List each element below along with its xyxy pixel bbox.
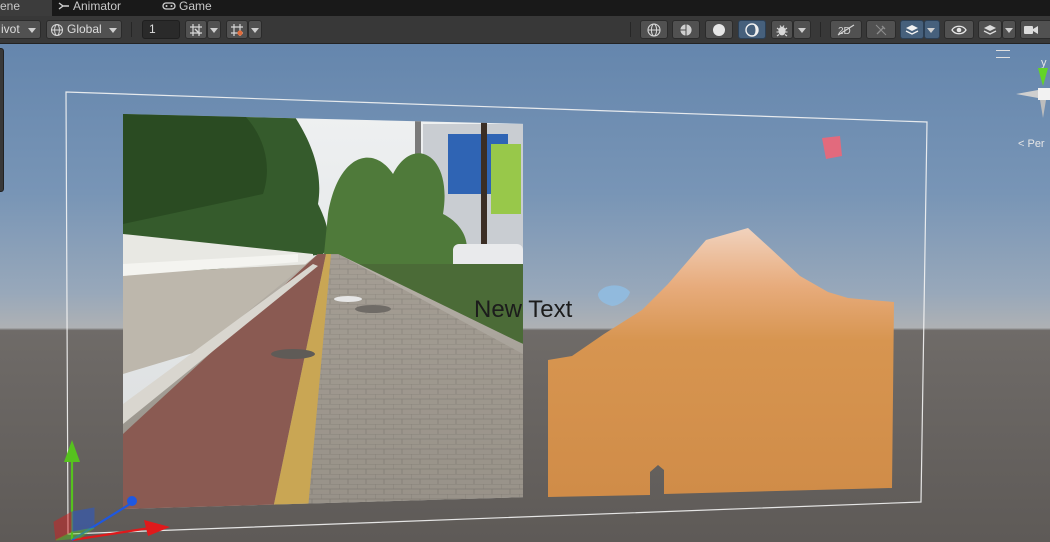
gizmo-center-cube-icon[interactable] [1038,88,1050,100]
scene-lighting-toggle[interactable] [866,20,896,39]
scene-viewport[interactable]: New Text y < Per [0,44,1050,542]
gizmo-neg-y-cone-icon[interactable] [1040,100,1046,118]
shaded-wireframe-button[interactable] [672,20,700,39]
camera-settings-button[interactable] [1020,20,1050,39]
increment-snap-button[interactable] [226,20,248,39]
grid-snap-icon [190,23,202,36]
2d-icon: 2D [837,23,855,36]
pivot-label: ivot [1,22,20,36]
chevron-down-icon [927,28,935,33]
toolbar-separator [630,22,631,37]
shaded-button[interactable] [705,20,733,39]
chevron-down-icon [109,28,117,33]
chevron-down-icon [251,28,259,33]
render-layers-button[interactable] [978,20,1002,39]
lighting-off-icon [875,24,887,35]
unlit-shading-button[interactable] [738,20,766,39]
orange-sprite[interactable] [548,228,894,497]
chevron-down-icon [210,28,218,33]
scene-effects-dropdown[interactable] [924,20,940,39]
render-layers-dropdown[interactable] [1002,20,1016,39]
chevron-down-icon [1005,28,1013,33]
scene-gizmo-menu-icon[interactable] [996,50,1010,58]
unlit-sphere-icon [745,22,759,37]
camera-icon [1024,25,1038,34]
increment-snap-icon [231,23,243,36]
tab-animator-label: Animator [73,0,122,13]
y-axis-arrow-icon[interactable] [64,440,80,462]
move-tool-gizmo[interactable] [40,424,240,542]
eye-icon [951,25,967,34]
new-text-object[interactable]: New Text [474,296,572,324]
gizmo-x-cone-icon[interactable] [1016,90,1038,98]
gizmo-y-label: y [1041,57,1047,69]
x-axis-arrow-icon[interactable] [144,520,170,536]
scene-visibility-toggle[interactable] [944,20,974,39]
snap-increment-value: 1 [149,22,156,36]
scene-toolbar: ivot Global 1 2D [0,16,1050,44]
gizmo-y-cone-icon[interactable] [1038,68,1048,86]
wireframe-sphere-icon [647,22,661,37]
toolbar-separator [820,22,821,37]
blue-blob-sprite[interactable] [598,285,630,306]
2d-view-toggle[interactable]: 2D [830,20,862,39]
layers-icon [983,24,997,35]
gamepad-icon [162,2,176,10]
wireframe-shading-button[interactable] [640,20,668,39]
animator-icon [58,2,69,10]
tab-scene[interactable]: ene [0,0,52,16]
editor-tab-bar: ene Animator Game [0,0,1050,16]
chevron-down-icon [798,28,806,33]
shaded-sphere-icon [713,23,725,36]
grid-snap-dropdown[interactable] [207,20,221,39]
debug-draw-mode-dropdown[interactable] [793,20,811,39]
globe-icon [51,23,63,36]
pivot-dropdown[interactable]: ivot [0,20,41,39]
snap-increment-field[interactable]: 1 [142,20,180,39]
shaded-wireframe-sphere-icon [679,23,693,36]
global-dropdown[interactable]: Global [46,20,122,39]
chevron-down-icon [28,28,36,33]
increment-snap-dropdown[interactable] [248,20,262,39]
scene-effects-button[interactable] [900,20,924,39]
tab-animator[interactable]: Animator [58,0,121,16]
orientation-gizmo[interactable]: y [1012,56,1050,136]
grid-snap-button[interactable] [185,20,207,39]
tab-game-label: Game [179,0,212,13]
debug-draw-mode-button[interactable] [771,20,793,39]
bug-icon [776,24,788,36]
perspective-mode-label[interactable]: < Per [1018,138,1045,150]
pink-marker-sprite[interactable] [822,136,842,159]
global-label: Global [67,22,102,36]
tab-scene-label: ene [0,0,21,13]
layers-effects-icon [905,24,919,35]
toolbar-separator [131,22,132,37]
z-axis-handle-icon[interactable] [127,496,137,506]
tab-game[interactable]: Game [162,0,212,16]
